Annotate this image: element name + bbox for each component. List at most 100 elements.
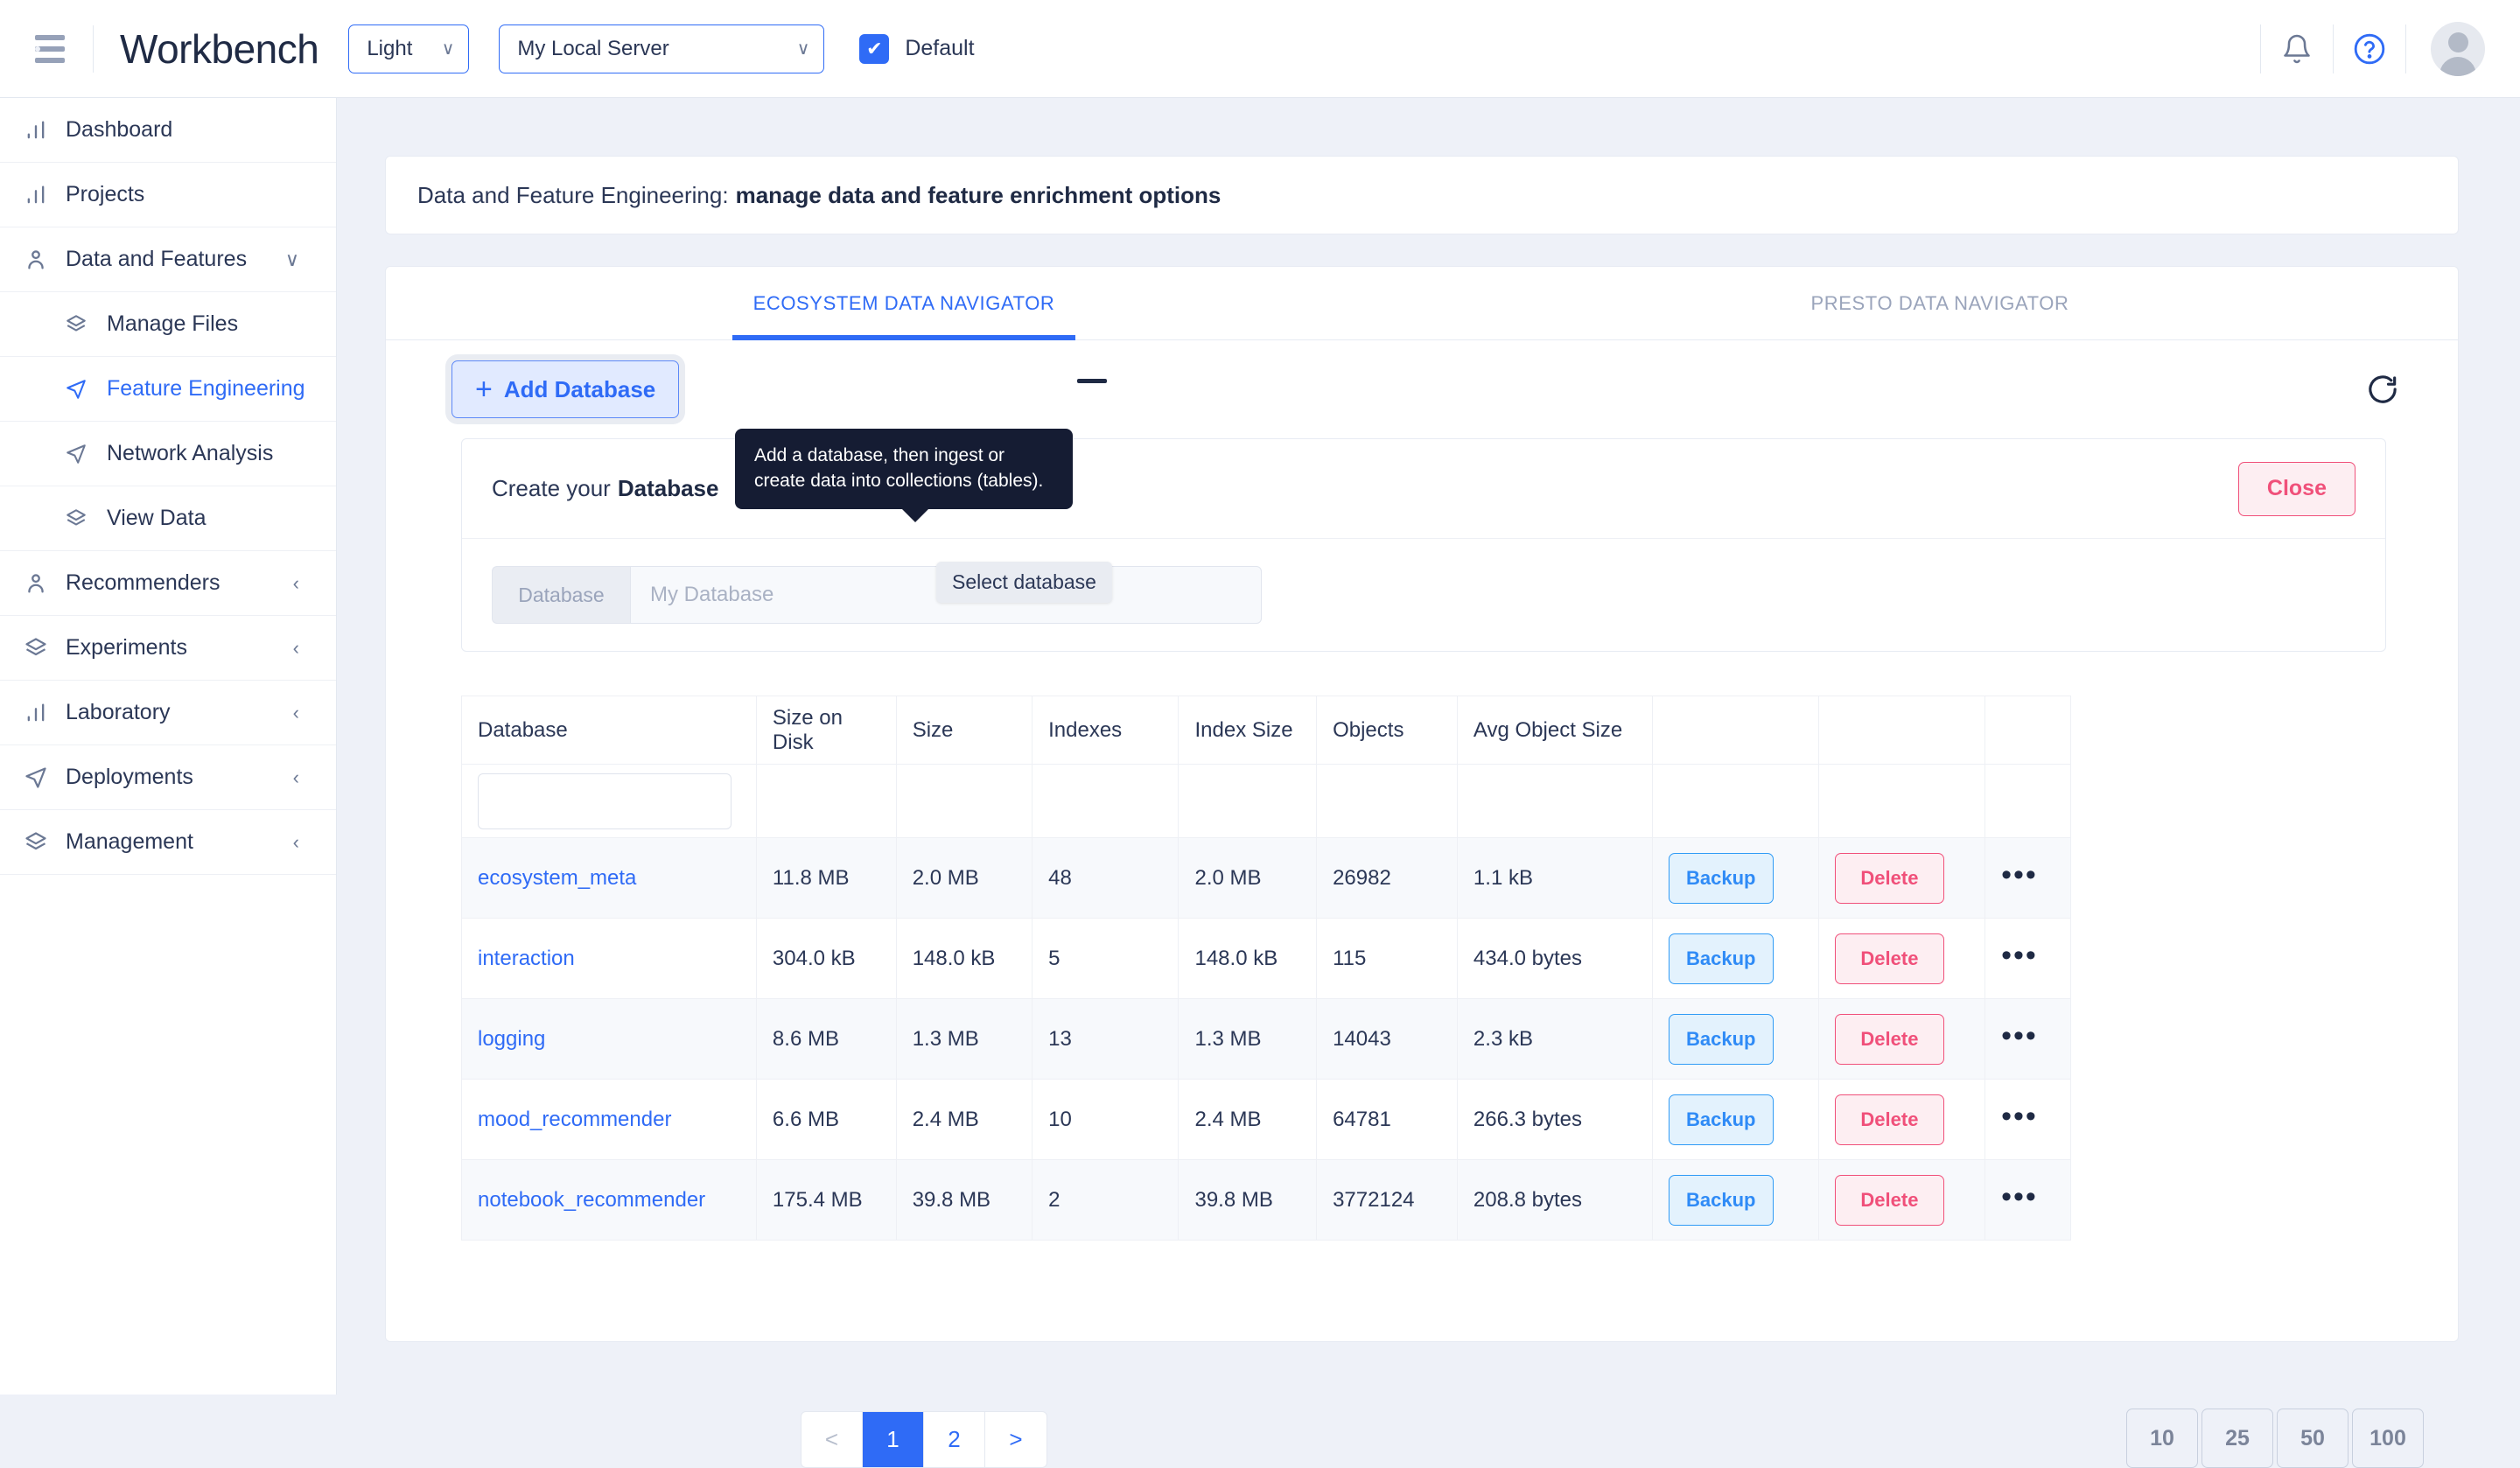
cell-delete: Delete	[1817, 918, 1986, 999]
main-content: Data and Feature Engineering: manage dat…	[337, 98, 2520, 1468]
more-options-icon[interactable]: •••	[2001, 1019, 2038, 1052]
more-options-icon[interactable]: •••	[2001, 939, 2038, 972]
delete-button[interactable]: Delete	[1834, 1013, 1944, 1065]
sidebar-item-manage-files[interactable]: Manage Files	[0, 292, 336, 357]
more-options-icon[interactable]: •••	[2001, 1180, 2038, 1213]
backup-button[interactable]: Backup	[1668, 1094, 1774, 1145]
filter-cell-empty	[755, 764, 897, 838]
table-header-row: Database Size on Disk Size Indexes Index…	[461, 696, 2071, 765]
send-icon	[65, 378, 103, 401]
sidebar: Dashboard Projects Data and Features ∨ M…	[0, 98, 337, 1395]
sidebar-item-dashboard[interactable]: Dashboard	[0, 98, 336, 163]
page-size-100[interactable]: 100	[2352, 1409, 2424, 1468]
column-header-actions-2	[1817, 696, 1986, 765]
column-header-database[interactable]: Database	[461, 696, 757, 765]
sidebar-item-experiments[interactable]: Experiments ‹	[0, 616, 336, 681]
bar-chart-icon	[24, 183, 62, 207]
delete-button[interactable]: Delete	[1834, 852, 1944, 904]
chevron-left-icon[interactable]: ‹	[293, 767, 299, 787]
more-options-icon[interactable]: •••	[2001, 1100, 2038, 1133]
tab-presto-data-navigator[interactable]: PRESTO DATA NAVIGATOR	[1422, 267, 2458, 339]
backup-button[interactable]: Backup	[1668, 1013, 1774, 1065]
chevron-left-icon[interactable]: ‹	[293, 832, 299, 852]
sidebar-item-data-and-features[interactable]: Data and Features ∨	[0, 227, 336, 292]
column-header-objects[interactable]: Objects	[1316, 696, 1458, 765]
column-header-size-on-disk[interactable]: Size on Disk	[755, 696, 897, 765]
layers-icon	[24, 830, 62, 855]
cell-index-size: 2.4 MB	[1178, 1079, 1318, 1160]
default-checkbox[interactable]: ✔ Default	[859, 33, 975, 64]
close-button[interactable]: Close	[2237, 461, 2356, 516]
add-database-button[interactable]: + Add Database	[452, 360, 680, 418]
chevron-left-icon[interactable]: ‹	[293, 638, 299, 658]
sidebar-item-label: View Data	[107, 506, 206, 530]
page-size-50[interactable]: 50	[2277, 1409, 2348, 1468]
cell-database: logging	[461, 998, 757, 1080]
column-header-avg-object-size[interactable]: Avg Object Size	[1456, 696, 1653, 765]
sidebar-item-view-data[interactable]: View Data	[0, 486, 336, 551]
sidebar-item-laboratory[interactable]: Laboratory ‹	[0, 681, 336, 745]
cell-more: •••	[1984, 998, 2071, 1080]
cell-objects: 26982	[1316, 837, 1458, 919]
backup-button[interactable]: Backup	[1668, 852, 1774, 904]
table-row: ecosystem_meta 11.8 MB 2.0 MB 48 2.0 MB …	[461, 837, 2071, 919]
tab-bar: ECOSYSTEM DATA NAVIGATOR PRESTO DATA NAV…	[386, 267, 2458, 340]
filter-cell-empty	[1316, 764, 1458, 838]
pagination-page-1[interactable]: 1	[863, 1412, 924, 1467]
chevron-left-icon[interactable]: ‹	[293, 703, 299, 723]
column-header-index-size[interactable]: Index Size	[1178, 696, 1318, 765]
help-circle-icon[interactable]	[2334, 24, 2405, 73]
database-link[interactable]: interaction	[478, 947, 575, 970]
avatar[interactable]	[2431, 21, 2485, 76]
theme-select[interactable]: Light ∨	[348, 24, 470, 73]
page-size-25[interactable]: 25	[2202, 1409, 2273, 1468]
cell-backup: Backup	[1651, 998, 1819, 1080]
refresh-icon[interactable]	[2360, 367, 2405, 412]
database-filter-input[interactable]	[478, 772, 732, 829]
bar-chart-icon	[24, 701, 62, 725]
cell-delete: Delete	[1817, 1079, 1986, 1160]
server-select[interactable]: My Local Server ∨	[499, 24, 825, 73]
sidebar-item-deployments[interactable]: Deployments ‹	[0, 745, 336, 810]
pagination-prev[interactable]: <	[802, 1412, 863, 1467]
sidebar-item-label: Manage Files	[107, 311, 239, 336]
bell-icon[interactable]	[2261, 24, 2333, 73]
plus-icon: +	[475, 373, 493, 406]
backup-button[interactable]: Backup	[1668, 933, 1774, 984]
filter-cell-database	[461, 764, 757, 838]
database-link[interactable]: notebook_recommender	[478, 1188, 705, 1212]
filter-cell-empty	[1456, 764, 1653, 838]
cell-indexes: 10	[1032, 1079, 1180, 1160]
column-header-size[interactable]: Size	[895, 696, 1033, 765]
chevron-down-icon[interactable]: ∨	[285, 249, 299, 269]
page-size-10[interactable]: 10	[2126, 1409, 2198, 1468]
sidebar-item-management[interactable]: Management ‹	[0, 810, 336, 875]
tab-label: PRESTO DATA NAVIGATOR	[1810, 291, 2069, 314]
database-link[interactable]: mood_recommender	[478, 1108, 671, 1131]
delete-button[interactable]: Delete	[1834, 933, 1944, 984]
default-checkbox-label: Default	[905, 36, 975, 60]
filter-cell-empty	[1651, 764, 1819, 838]
pagination-next[interactable]: >	[985, 1412, 1046, 1467]
minus-icon[interactable]	[1077, 379, 1107, 383]
more-options-icon[interactable]: •••	[2001, 858, 2038, 891]
cell-objects: 3772124	[1316, 1159, 1458, 1241]
header-divider	[93, 24, 94, 73]
database-link[interactable]: logging	[478, 1027, 545, 1051]
sidebar-item-feature-engineering[interactable]: Feature Engineering	[0, 357, 336, 422]
database-link[interactable]: ecosystem_meta	[478, 866, 636, 890]
cell-index-size: 148.0 kB	[1178, 918, 1318, 999]
delete-button[interactable]: Delete	[1834, 1174, 1944, 1226]
database-name-input-group: Database	[492, 566, 1262, 624]
sidebar-item-network-analysis[interactable]: Network Analysis	[0, 422, 336, 486]
pagination-page-2[interactable]: 2	[924, 1412, 985, 1467]
delete-button[interactable]: Delete	[1834, 1094, 1944, 1145]
tab-ecosystem-data-navigator[interactable]: ECOSYSTEM DATA NAVIGATOR	[386, 267, 1422, 339]
sidebar-item-projects[interactable]: Projects	[0, 163, 336, 227]
backup-button[interactable]: Backup	[1668, 1174, 1774, 1226]
sidebar-item-label: Feature Engineering	[107, 376, 305, 401]
chevron-left-icon[interactable]: ‹	[293, 573, 299, 593]
column-header-indexes[interactable]: Indexes	[1032, 696, 1180, 765]
sidebar-item-recommenders[interactable]: Recommenders ‹	[0, 551, 336, 616]
hamburger-icon[interactable]	[26, 25, 74, 73]
